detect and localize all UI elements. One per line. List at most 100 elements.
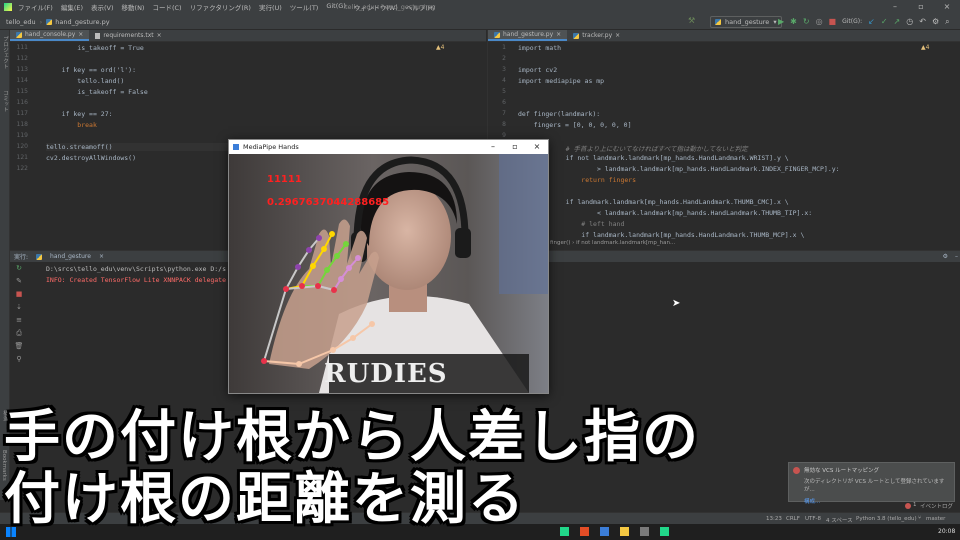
window-title: tello_edu - hand_gesture.py xyxy=(345,3,436,11)
editor-breadcrumb[interactable]: finger() › if not landmark.landmark[mp_h… xyxy=(550,240,675,246)
console-output[interactable]: D:\srcs\tello_edu\venv\Scripts\python.ex… xyxy=(46,265,226,287)
taskbar-app-icon[interactable] xyxy=(600,527,609,536)
print-icon[interactable]: ⎙ xyxy=(10,327,28,340)
menu-file[interactable]: ファイル(F) xyxy=(18,2,53,12)
close-tab-icon[interactable]: × xyxy=(78,31,83,38)
taskbar-app-icon[interactable] xyxy=(640,527,649,536)
mediapipe-titlebar[interactable]: MediaPipe Hands – ▫ × xyxy=(229,140,548,154)
breadcrumb-file[interactable]: hand_gesture.py xyxy=(55,18,109,26)
gear-icon[interactable]: ⚙ xyxy=(943,253,948,260)
git-branch-icon: ⑂ xyxy=(918,515,922,521)
line-number: 121 xyxy=(16,154,28,161)
python-file-icon xyxy=(494,31,500,38)
trash-icon[interactable]: 🗑 xyxy=(10,340,28,353)
python-interpreter[interactable]: Python 3.8 (tello_edu) xyxy=(856,516,917,522)
git-commit-icon[interactable]: ✓ xyxy=(881,16,888,28)
coverage-icon[interactable]: ◎ xyxy=(816,16,823,28)
soft-wrap-icon[interactable]: ≡ xyxy=(10,314,28,327)
cursor-position[interactable]: 13:23 xyxy=(766,516,782,522)
run-config-selector[interactable]: hand_gesture ▾ xyxy=(710,16,782,28)
menu-run[interactable]: 実行(U) xyxy=(259,2,282,12)
debug-icon[interactable]: ✱ xyxy=(790,16,797,28)
line-number: 111 xyxy=(16,44,28,51)
git-update-icon[interactable]: ↙ xyxy=(868,16,875,28)
stop-icon[interactable]: ■ xyxy=(829,16,837,28)
warning-count-value: 4 xyxy=(440,44,445,51)
close-tab-icon[interactable]: × xyxy=(615,32,620,39)
stop-icon[interactable]: ■ xyxy=(10,288,28,301)
maximize-icon[interactable]: ▫ xyxy=(504,140,526,154)
maximize-icon[interactable]: ▫ xyxy=(908,0,934,14)
hammer-icon[interactable]: ⚒ xyxy=(688,16,695,25)
breadcrumb-project[interactable]: tello_edu xyxy=(6,18,36,26)
file-encoding[interactable]: UTF-8 xyxy=(805,516,821,522)
taskbar-app-icon[interactable] xyxy=(660,527,669,536)
code-line: return fingers xyxy=(550,176,637,184)
tab-requirements[interactable]: requirements.txt × xyxy=(89,30,167,41)
taskbar-app-icon[interactable] xyxy=(580,527,589,536)
mediapipe-window: MediaPipe Hands – ▫ × RUDIES 11111 0.296… xyxy=(228,139,549,394)
minimize-panel-icon[interactable]: – xyxy=(955,253,958,260)
minimize-icon[interactable]: – xyxy=(882,0,908,14)
menu-tools[interactable]: ツール(T) xyxy=(290,2,319,12)
left-editor-tabs: hand_console.py × requirements.txt × xyxy=(10,30,486,42)
window-controls: – ▫ × xyxy=(882,0,960,14)
text-file-icon xyxy=(95,32,101,39)
code-line: break xyxy=(46,121,97,129)
scroll-end-icon[interactable]: ⇣ xyxy=(10,301,28,314)
tab-hand-console[interactable]: hand_console.py × xyxy=(10,30,90,41)
close-tab-icon[interactable]: × xyxy=(157,32,162,39)
taskbar-clock[interactable]: 20:08 xyxy=(938,528,955,535)
event-log-button[interactable]: イベントログ xyxy=(920,502,953,510)
menu-view[interactable]: 表示(V) xyxy=(91,2,114,12)
hand-landmark-overlay xyxy=(261,231,375,367)
close-icon[interactable]: × xyxy=(526,140,548,154)
code-line: is_takeoff = True xyxy=(46,44,144,52)
mouse-cursor-icon: ➤ xyxy=(672,298,681,309)
menu-refactor[interactable]: リファクタリング(R) xyxy=(190,2,251,12)
code-line: if key == ord('l'): xyxy=(46,66,137,74)
error-icon xyxy=(793,466,800,474)
code-line: fingers = [0, 0, 0, 0, 0] xyxy=(518,121,632,129)
indent-setting[interactable]: 4 スペース xyxy=(826,516,853,524)
menu-navigate[interactable]: 移動(N) xyxy=(122,2,145,12)
history-icon[interactable]: ◷ xyxy=(906,16,913,28)
close-tab-icon[interactable]: × xyxy=(556,31,561,38)
run-icon[interactable]: ▶ xyxy=(778,16,784,28)
git-push-icon[interactable]: ↗ xyxy=(894,16,901,28)
rerun-icon[interactable]: ↻ xyxy=(803,16,810,28)
rollback-icon[interactable]: ↶ xyxy=(919,16,926,28)
menu-git[interactable]: Git(G) xyxy=(326,2,346,12)
code-line: if landmark.landmark[mp_hands.HandLandma… xyxy=(550,231,805,239)
settings-icon[interactable]: ⚙ xyxy=(932,16,939,28)
menu-edit[interactable]: 編集(E) xyxy=(61,2,83,12)
minimize-icon[interactable]: – xyxy=(482,140,504,154)
wrench-icon[interactable]: ✎ xyxy=(10,275,28,288)
search-icon[interactable]: ⌕ xyxy=(945,16,949,28)
code-line: if key == 27: xyxy=(46,110,113,118)
taskbar-app-icon[interactable] xyxy=(620,527,629,536)
line-separator[interactable]: CRLF xyxy=(786,516,800,522)
line-number: 4 xyxy=(502,77,506,84)
event-log-icon[interactable] xyxy=(905,503,911,509)
side-label-project[interactable]: プロジェクト xyxy=(1,36,9,69)
taskbar-app-icon[interactable] xyxy=(560,527,569,536)
rerun-icon[interactable]: ↻ xyxy=(10,262,28,275)
mediapipe-window-controls: – ▫ × xyxy=(482,140,548,154)
line-number: 119 xyxy=(16,132,28,139)
tab-hand-gesture[interactable]: hand_gesture.py × xyxy=(488,30,568,41)
tab-tracker[interactable]: tracker.py × xyxy=(567,30,626,41)
code-line: import cv2 xyxy=(518,66,558,74)
run-tab[interactable]: hand_gesture xyxy=(50,253,91,260)
close-tab-icon[interactable]: × xyxy=(99,253,104,260)
git-branch[interactable]: master xyxy=(926,516,945,522)
menu-code[interactable]: コード(C) xyxy=(152,2,181,12)
window-app-icon xyxy=(233,144,239,150)
python-file-icon xyxy=(16,31,22,38)
line-number: 115 xyxy=(16,88,28,95)
pin-icon[interactable]: ⚲ xyxy=(10,353,28,366)
tab-label: hand_console.py xyxy=(25,31,76,38)
console-error-line: INFO: Created TensorFlow Lite XNNPACK de… xyxy=(46,276,227,284)
side-label-commit[interactable]: コミット xyxy=(1,90,9,112)
close-icon[interactable]: × xyxy=(934,0,960,14)
